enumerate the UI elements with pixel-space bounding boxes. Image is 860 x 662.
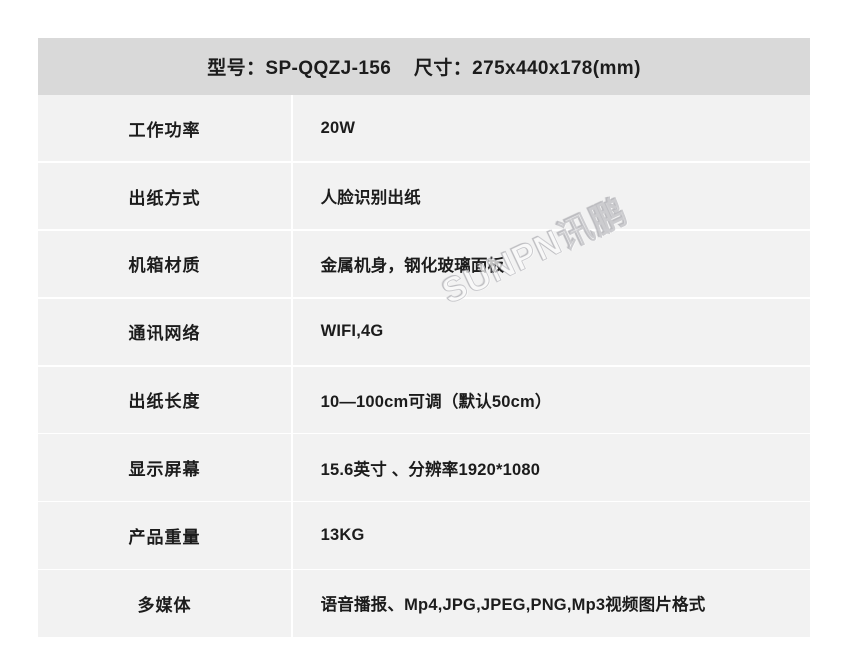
spec-label-cell: 通讯网络 — [38, 298, 291, 365]
spec-value: 金属机身，钢化玻璃面板 — [320, 256, 505, 275]
table-row: 工作功率 20W — [38, 95, 810, 162]
spec-value: 15.6英寸 、分辨率1920*1080 — [320, 460, 541, 479]
spec-value: 人脸识别出纸 — [320, 189, 421, 208]
spec-label-cell: 显示屏幕 — [38, 434, 291, 501]
spec-table-body: 工作功率 20W 出纸方式 人脸识别出纸 机箱材质 金属机身，钢化玻璃面板 通讯… — [38, 95, 810, 637]
table-row: 显示屏幕 15.6英寸 、分辨率1920*1080 — [38, 434, 810, 501]
spec-label-cell: 出纸方式 — [38, 162, 291, 230]
spec-label: 出纸方式 — [128, 188, 201, 208]
spec-value: 13KG — [320, 525, 365, 544]
spec-label-cell: 产品重量 — [38, 502, 291, 569]
table-row: 产品重量 13KG — [38, 502, 810, 569]
spec-value: 语音播报、Mp4,JPG,JPEG,PNG,Mp3视频图片格式 — [320, 596, 706, 615]
spec-value-cell: 语音播报、Mp4,JPG,JPEG,PNG,Mp3视频图片格式 — [292, 570, 810, 637]
table-row: 多媒体 语音播报、Mp4,JPG,JPEG,PNG,Mp3视频图片格式 — [38, 570, 810, 637]
spec-value: 10—100cm可调（默认50cm） — [320, 392, 552, 411]
spec-value-cell: 13KG — [292, 502, 810, 569]
spec-value: 20W — [320, 118, 356, 137]
spec-value-cell: WIFI,4G — [292, 298, 810, 365]
table-row: 出纸长度 10—100cm可调（默认50cm） — [38, 366, 810, 433]
spec-label-cell: 多媒体 — [38, 570, 291, 637]
product-spec-sheet: 型号：SP-QQZJ-156 尺寸：275x440x178(mm) 工作功率 2… — [38, 38, 810, 637]
spec-label-cell: 机箱材质 — [38, 230, 291, 298]
spec-value-cell: 20W — [292, 95, 810, 162]
spec-header-title: 型号：SP-QQZJ-156 尺寸：275x440x178(mm) — [207, 58, 641, 79]
spec-value-cell: 15.6英寸 、分辨率1920*1080 — [292, 434, 810, 501]
spec-label: 机箱材质 — [128, 256, 201, 276]
spec-label: 通讯网络 — [128, 324, 201, 344]
spec-value-cell: 人脸识别出纸 — [292, 162, 810, 230]
table-row: 通讯网络 WIFI,4G — [38, 298, 810, 365]
spec-header-band: 型号：SP-QQZJ-156 尺寸：275x440x178(mm) — [38, 38, 810, 95]
spec-label-cell: 出纸长度 — [38, 366, 291, 433]
spec-value-cell: 10—100cm可调（默认50cm） — [292, 366, 810, 433]
table-row: 出纸方式 人脸识别出纸 — [38, 162, 810, 230]
table-row: 机箱材质 金属机身，钢化玻璃面板 — [38, 230, 810, 298]
spec-label: 显示屏幕 — [128, 460, 201, 480]
spec-label: 出纸长度 — [128, 392, 201, 412]
spec-label: 产品重量 — [128, 527, 201, 547]
spec-label: 工作功率 — [128, 120, 201, 140]
spec-label-cell: 工作功率 — [38, 95, 291, 162]
spec-value: WIFI,4G — [320, 322, 384, 341]
spec-value-cell: 金属机身，钢化玻璃面板 — [292, 230, 810, 298]
spec-label: 多媒体 — [137, 595, 192, 615]
